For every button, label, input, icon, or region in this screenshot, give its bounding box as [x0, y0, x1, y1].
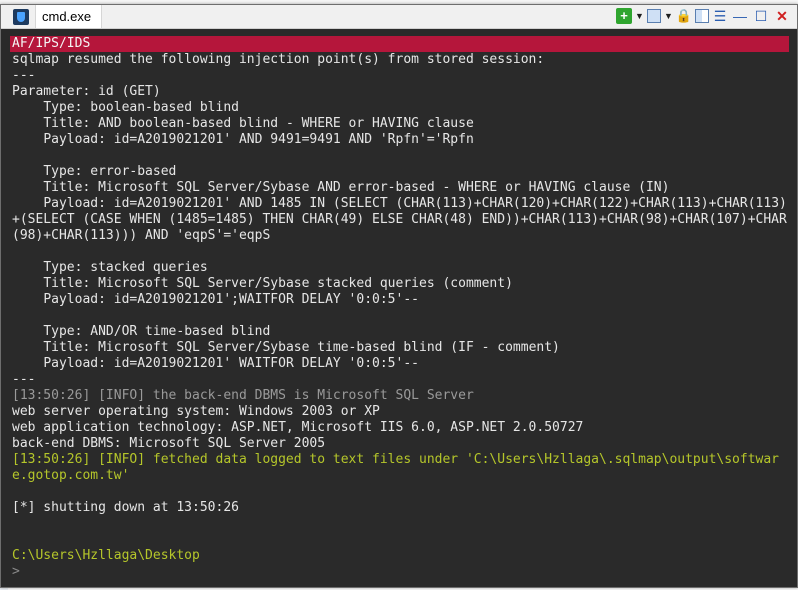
console-line: web server operating system: Windows 200…	[12, 404, 380, 419]
dropdown-caret-icon[interactable]: ▼	[664, 8, 673, 24]
toolbar: + ▼ ▼ 🔒 ☰ — ☐ ✕	[616, 8, 791, 24]
console-line: AF/IPS/IDS	[10, 36, 790, 52]
scrollbar[interactable]	[789, 29, 797, 587]
console-line: Payload: id=A2019021201';WAITFOR DELAY '…	[12, 292, 419, 307]
console-line: [13:50:26] [INFO] the back-end DBMS is M…	[12, 388, 474, 403]
console-line: Type: boolean-based blind	[12, 100, 239, 115]
close-icon[interactable]: ✕	[773, 8, 791, 24]
console-line: C:\Users\Hzllaga\Desktop	[12, 548, 200, 563]
console-line: Title: Microsoft SQL Server/Sybase AND e…	[12, 180, 670, 195]
title-bar[interactable]: cmd.exe + ▼ ▼ 🔒 ☰ — ☐ ✕	[1, 5, 797, 29]
panel-icon[interactable]	[647, 9, 661, 23]
console-line: Title: Microsoft SQL Server/Sybase stack…	[12, 276, 513, 291]
console-line: [*] shutting down at 13:50:26	[12, 500, 239, 515]
console-line: Payload: id=A2019021201' AND 1485 IN (SE…	[12, 196, 787, 243]
console-line: back-end DBMS: Microsoft SQL Server 2005	[12, 436, 326, 451]
console-line: Payload: id=A2019021201' AND 9491=9491 A…	[12, 132, 474, 147]
console-window: cmd.exe + ▼ ▼ 🔒 ☰ — ☐ ✕ AF/IPS/IDS sqlmap…	[0, 4, 798, 588]
console-line: web application technology: ASP.NET, Mic…	[12, 420, 584, 435]
console-line: Payload: id=A2019021201' WAITFOR DELAY '…	[12, 356, 419, 371]
menu-icon[interactable]: ☰	[712, 8, 728, 24]
add-tab-icon[interactable]: +	[616, 8, 632, 24]
console-line: Type: AND/OR time-based blind	[12, 324, 271, 339]
tab-label: cmd.exe	[42, 9, 92, 24]
minimize-icon[interactable]: —	[731, 8, 749, 24]
console-line: Parameter: id (GET)	[12, 84, 161, 99]
dropdown-caret-icon[interactable]: ▼	[635, 8, 644, 24]
lock-icon[interactable]: 🔒	[676, 8, 692, 24]
console-line: Type: error-based	[12, 164, 177, 179]
console-line: Type: stacked queries	[12, 260, 208, 275]
maximize-icon[interactable]: ☐	[752, 8, 770, 24]
console-line: [13:50:26] [INFO] fetched data logged to…	[12, 452, 780, 483]
console-line: ---	[12, 372, 36, 387]
console-line: Title: AND boolean-based blind - WHERE o…	[12, 116, 474, 131]
console-output: AF/IPS/IDS sqlmap resumed the following i…	[1, 29, 792, 580]
console-line: ---	[12, 68, 36, 83]
console-line: >	[12, 564, 20, 579]
tab-cmd[interactable]: cmd.exe	[35, 5, 103, 28]
split-view-icon[interactable]	[695, 9, 709, 23]
console-line: Title: Microsoft SQL Server/Sybase time-…	[12, 340, 560, 355]
console-line: sqlmap resumed the following injection p…	[12, 52, 545, 67]
cmd-app-icon	[13, 8, 29, 25]
console-area[interactable]: AF/IPS/IDS sqlmap resumed the following i…	[1, 29, 797, 587]
